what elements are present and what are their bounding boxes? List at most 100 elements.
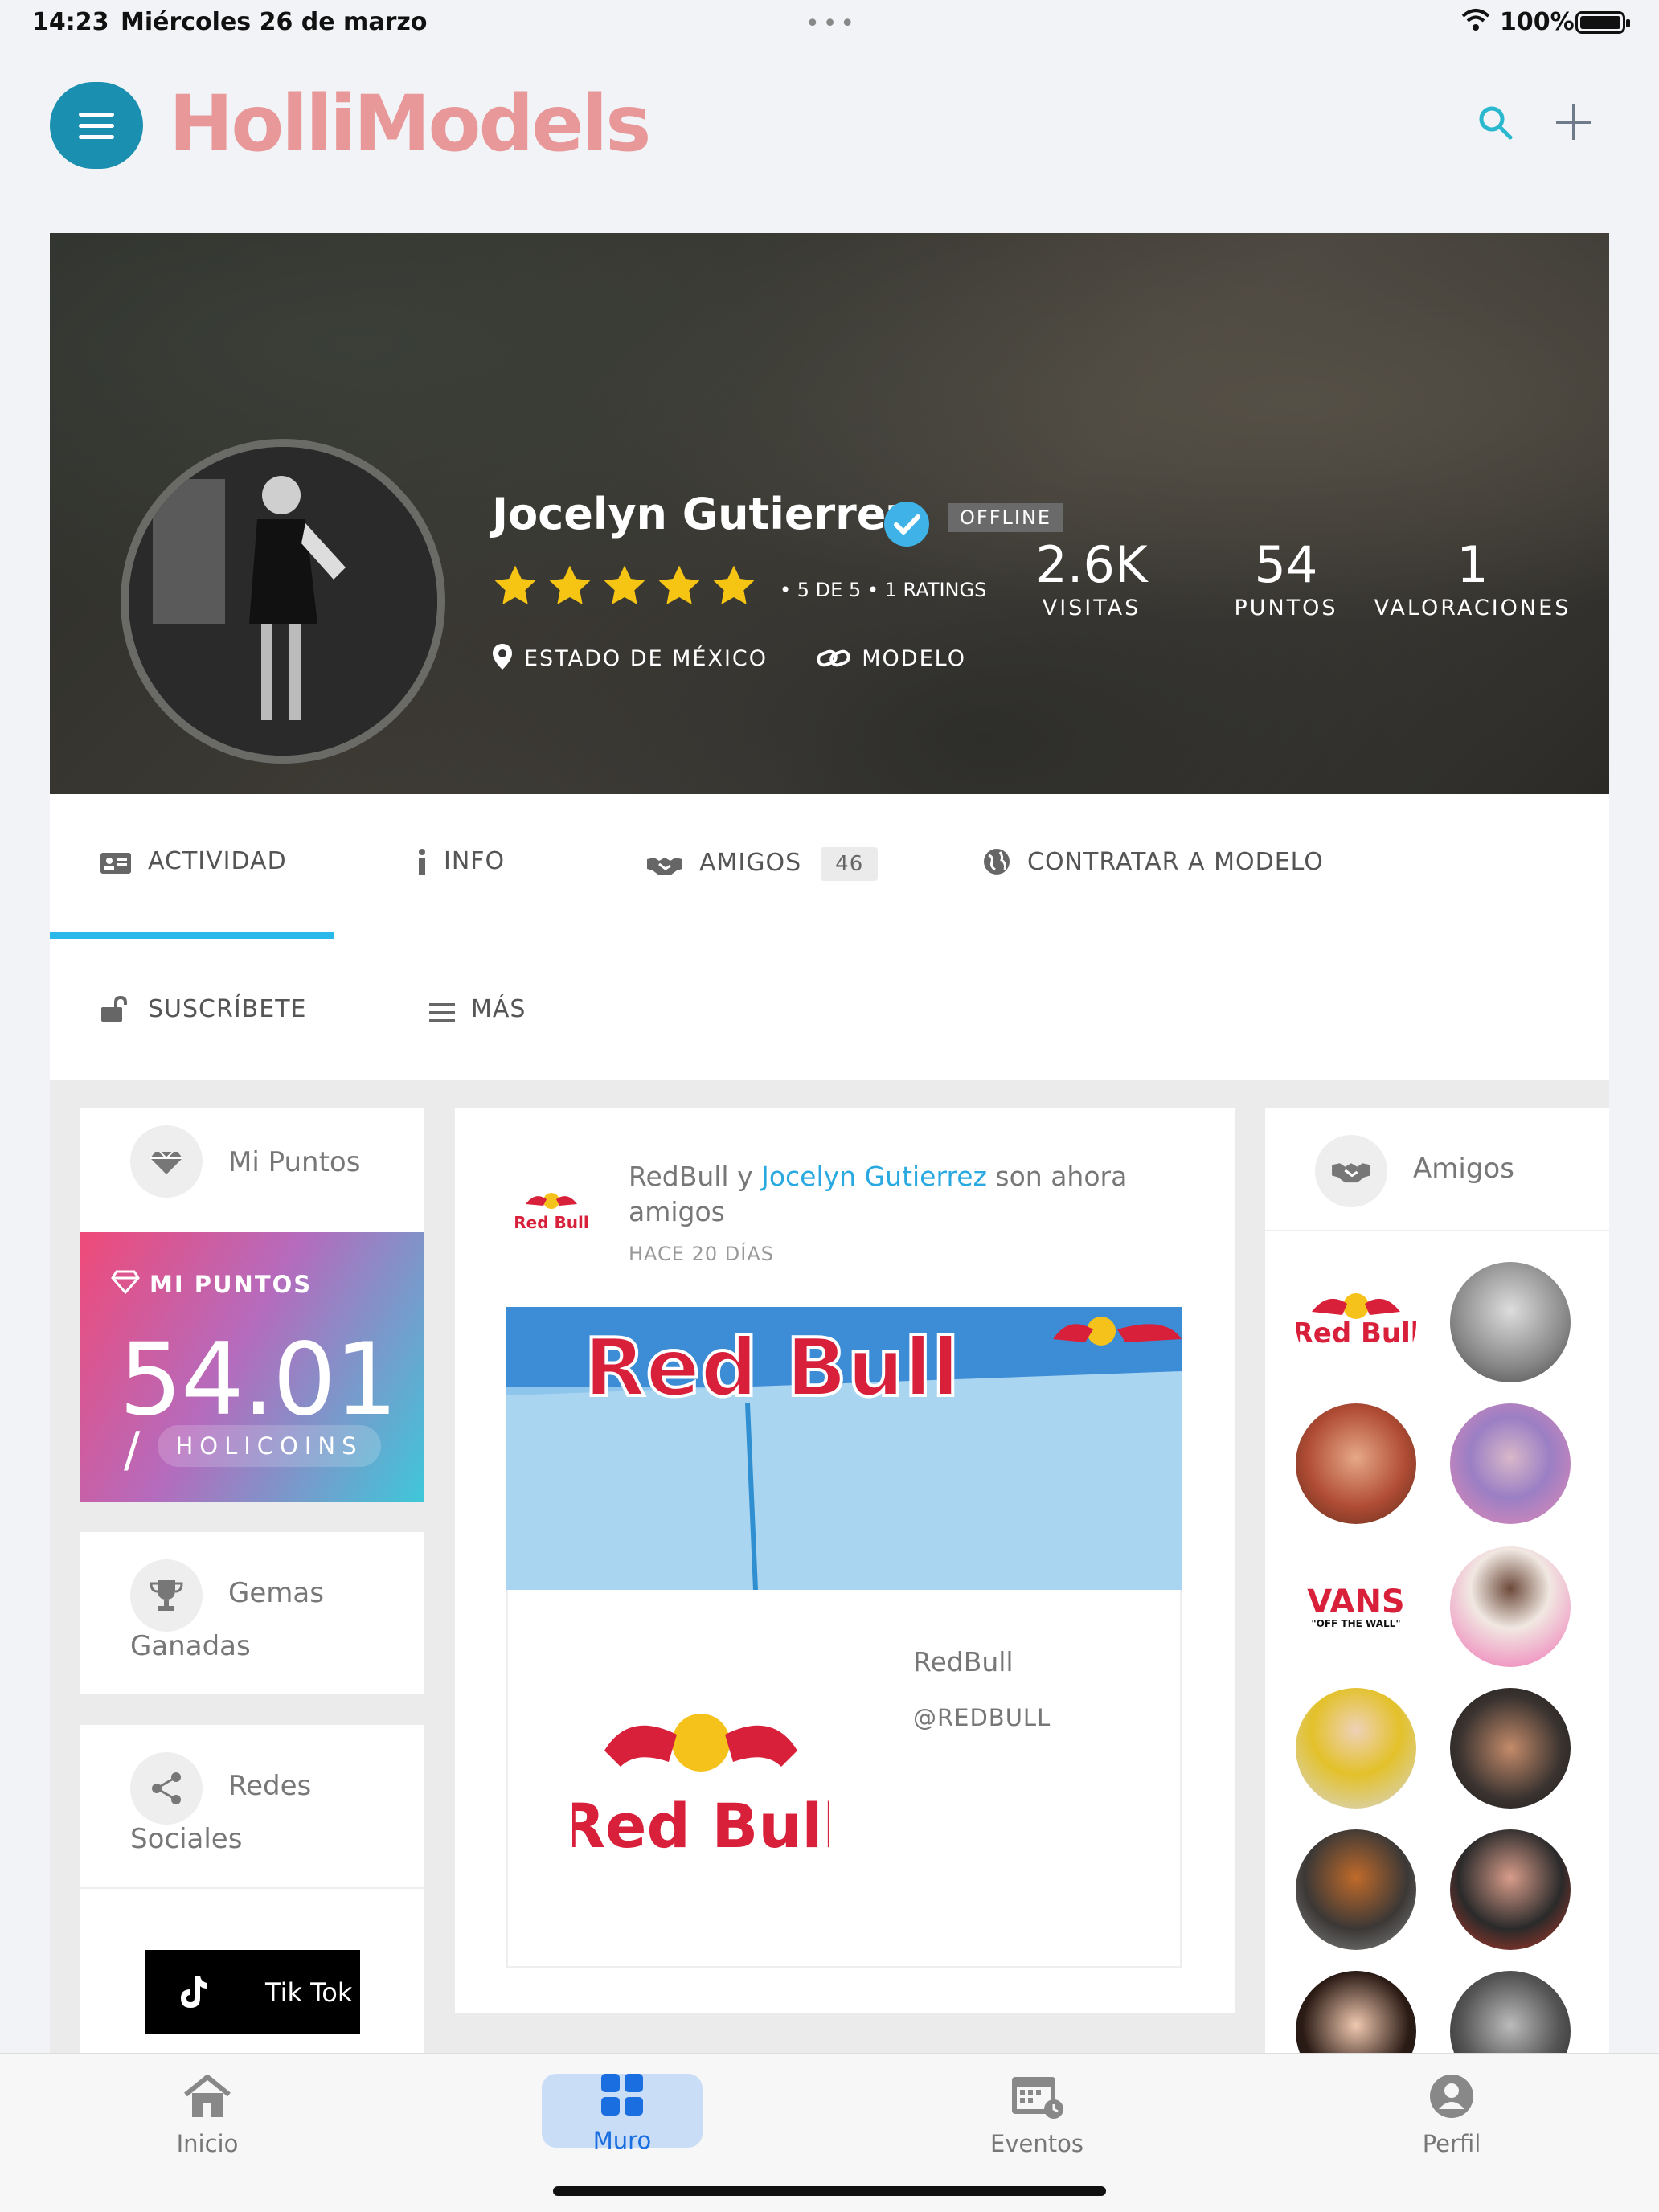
post-actor[interactable]: RedBull bbox=[629, 1161, 729, 1192]
friend-avatar[interactable]: Red Bull bbox=[1296, 1262, 1416, 1382]
gems-card[interactable]: Gemas Ganadas bbox=[80, 1532, 424, 1694]
star-icon bbox=[547, 563, 593, 609]
menu-button[interactable] bbox=[50, 82, 143, 169]
add-icon[interactable] bbox=[1550, 98, 1598, 146]
post-time: HACE 20 DÍAS bbox=[629, 1243, 774, 1265]
friends-card: Amigos Red Bull VANS "OFF THE WALL" bbox=[1265, 1108, 1609, 2053]
tab-amigos[interactable]: AMIGOS 46 bbox=[646, 847, 879, 881]
diamond-icon bbox=[130, 1125, 203, 1198]
friend-avatar[interactable] bbox=[1296, 1688, 1416, 1809]
nav-muro[interactable]: Muro bbox=[526, 2072, 719, 2154]
app-header: HolliModels bbox=[0, 64, 1659, 185]
status-badge: OFFLINE bbox=[948, 503, 1063, 532]
nav-eventos[interactable]: Eventos bbox=[940, 2072, 1133, 2157]
status-time: 14:23 bbox=[32, 8, 109, 36]
trophy-icon bbox=[130, 1559, 203, 1632]
rating-stars bbox=[492, 563, 765, 612]
tab-mas[interactable]: MÁS bbox=[429, 995, 526, 1023]
post-banner-image[interactable]: Red Bull bbox=[506, 1307, 1182, 1590]
star-icon bbox=[601, 563, 648, 609]
post-connector: y bbox=[728, 1161, 762, 1192]
star-icon bbox=[656, 563, 703, 609]
profile-meta: ESTADO DE MÉXICO MODELO bbox=[492, 643, 966, 671]
tab-label: INFO bbox=[444, 847, 506, 875]
friends-title: Amigos bbox=[1413, 1153, 1514, 1185]
social-title-line2: Sociales bbox=[130, 1823, 243, 1855]
tab-contratar[interactable]: CONTRATAR A MODELO bbox=[982, 847, 1324, 876]
friend-avatar[interactable] bbox=[1450, 1829, 1571, 1950]
tab-info[interactable]: INFO bbox=[416, 847, 505, 875]
verified-badge-icon bbox=[883, 500, 931, 548]
divider bbox=[80, 1887, 424, 1889]
home-icon bbox=[181, 2075, 234, 2124]
divider bbox=[1265, 1230, 1609, 1231]
star-icon bbox=[492, 563, 539, 609]
points-unit: HOLICOINS bbox=[158, 1425, 381, 1467]
points-slash: / bbox=[124, 1422, 141, 1478]
status-date: Miércoles 26 de marzo bbox=[121, 8, 428, 36]
friend-avatar[interactable] bbox=[1450, 1971, 1571, 2053]
redbull-logo-text: Red Bull bbox=[572, 1790, 830, 1862]
friend-avatar[interactable] bbox=[1296, 1971, 1416, 2053]
tiktok-icon bbox=[177, 1974, 209, 2013]
points-card-header: Mi Puntos bbox=[80, 1108, 424, 1228]
nav-label: Eventos bbox=[990, 2130, 1083, 2157]
friend-avatar[interactable] bbox=[1450, 1403, 1571, 1524]
globe-icon bbox=[982, 848, 1027, 876]
unlock-icon bbox=[100, 995, 148, 1023]
calendar-icon bbox=[1009, 2077, 1065, 2124]
redbull-avatar[interactable]: Red Bull bbox=[511, 1186, 592, 1235]
activity-post: Red Bull RedBull y Jocelyn Gutierrez son… bbox=[455, 1108, 1235, 2013]
tiktok-button[interactable]: Tik Tok bbox=[145, 1950, 360, 2034]
friend-avatar[interactable]: VANS "OFF THE WALL" bbox=[1296, 1546, 1416, 1667]
user-icon bbox=[1428, 2075, 1476, 2124]
app-logo[interactable]: HolliModels bbox=[169, 79, 651, 169]
wifi-icon bbox=[1461, 8, 1490, 39]
profile-role: MODELO bbox=[862, 646, 966, 671]
info-icon bbox=[416, 847, 444, 875]
profile-avatar[interactable] bbox=[121, 439, 445, 764]
link-icon bbox=[817, 646, 862, 671]
profile-cover: Jocelyn Gutierrez OFFLINE • 5 DE 5 • 1 R… bbox=[50, 233, 1609, 794]
profile-tabs: ACTIVIDAD INFO AMIGOS 46 CONTRATAR A MODE… bbox=[50, 794, 1609, 1080]
card-title: Mi Puntos bbox=[228, 1146, 361, 1178]
link-preview[interactable]: Red Bull RedBull @REDBULL bbox=[506, 1590, 1182, 1968]
points-box: MI PUNTOS 54.01 / HOLICOINS bbox=[80, 1232, 424, 1502]
tab-label: AMIGOS bbox=[699, 849, 802, 877]
tiktok-label: Tik Tok bbox=[265, 1977, 353, 2008]
nav-inicio[interactable]: Inicio bbox=[111, 2072, 304, 2157]
friend-avatar[interactable] bbox=[1450, 1546, 1571, 1667]
tab-label: MÁS bbox=[471, 995, 526, 1023]
nav-label: Inicio bbox=[176, 2130, 239, 2157]
home-indicator[interactable] bbox=[553, 2186, 1106, 2196]
stat-value: 1 bbox=[1456, 535, 1489, 594]
search-icon[interactable] bbox=[1476, 103, 1516, 143]
profile-location: ESTADO DE MÉXICO bbox=[524, 646, 768, 671]
multitask-dots[interactable]: ••• bbox=[805, 10, 858, 38]
post-text: RedBull y Jocelyn Gutierrez son ahora am… bbox=[629, 1159, 1207, 1230]
stat-label: VALORACIONES bbox=[1374, 596, 1571, 621]
friend-vans-sub: "OFF THE WALL" bbox=[1311, 1618, 1400, 1629]
tab-label: CONTRATAR A MODELO bbox=[1027, 848, 1324, 876]
redbull-logo: Red Bull bbox=[558, 1694, 844, 1871]
redbull-small-text: Red Bull bbox=[514, 1213, 588, 1232]
post-friend-link[interactable]: Jocelyn Gutierrez bbox=[761, 1161, 987, 1192]
preview-name: RedBull bbox=[913, 1646, 1014, 1677]
nav-perfil[interactable]: Perfil bbox=[1355, 2072, 1548, 2157]
tab-actividad[interactable]: ACTIVIDAD bbox=[100, 847, 287, 875]
list-icon bbox=[429, 995, 471, 1023]
friend-redbull-text: Red Bull bbox=[1296, 1317, 1416, 1350]
tab-suscribete[interactable]: SUSCRÍBETE bbox=[100, 995, 307, 1023]
banner-text: Red Bull bbox=[584, 1321, 959, 1415]
handshake-icon bbox=[1315, 1135, 1387, 1207]
map-pin-icon bbox=[492, 644, 524, 671]
friend-avatar[interactable] bbox=[1296, 1403, 1416, 1524]
friend-avatar[interactable] bbox=[1296, 1829, 1416, 1950]
friends-count-badge: 46 bbox=[821, 847, 879, 881]
tab-label: SUSCRÍBETE bbox=[148, 995, 307, 1023]
battery-icon bbox=[1575, 11, 1630, 34]
grid-icon bbox=[600, 2074, 645, 2120]
friend-avatar[interactable] bbox=[1450, 1688, 1571, 1809]
star-icon bbox=[711, 563, 757, 609]
friend-avatar[interactable] bbox=[1450, 1262, 1571, 1382]
